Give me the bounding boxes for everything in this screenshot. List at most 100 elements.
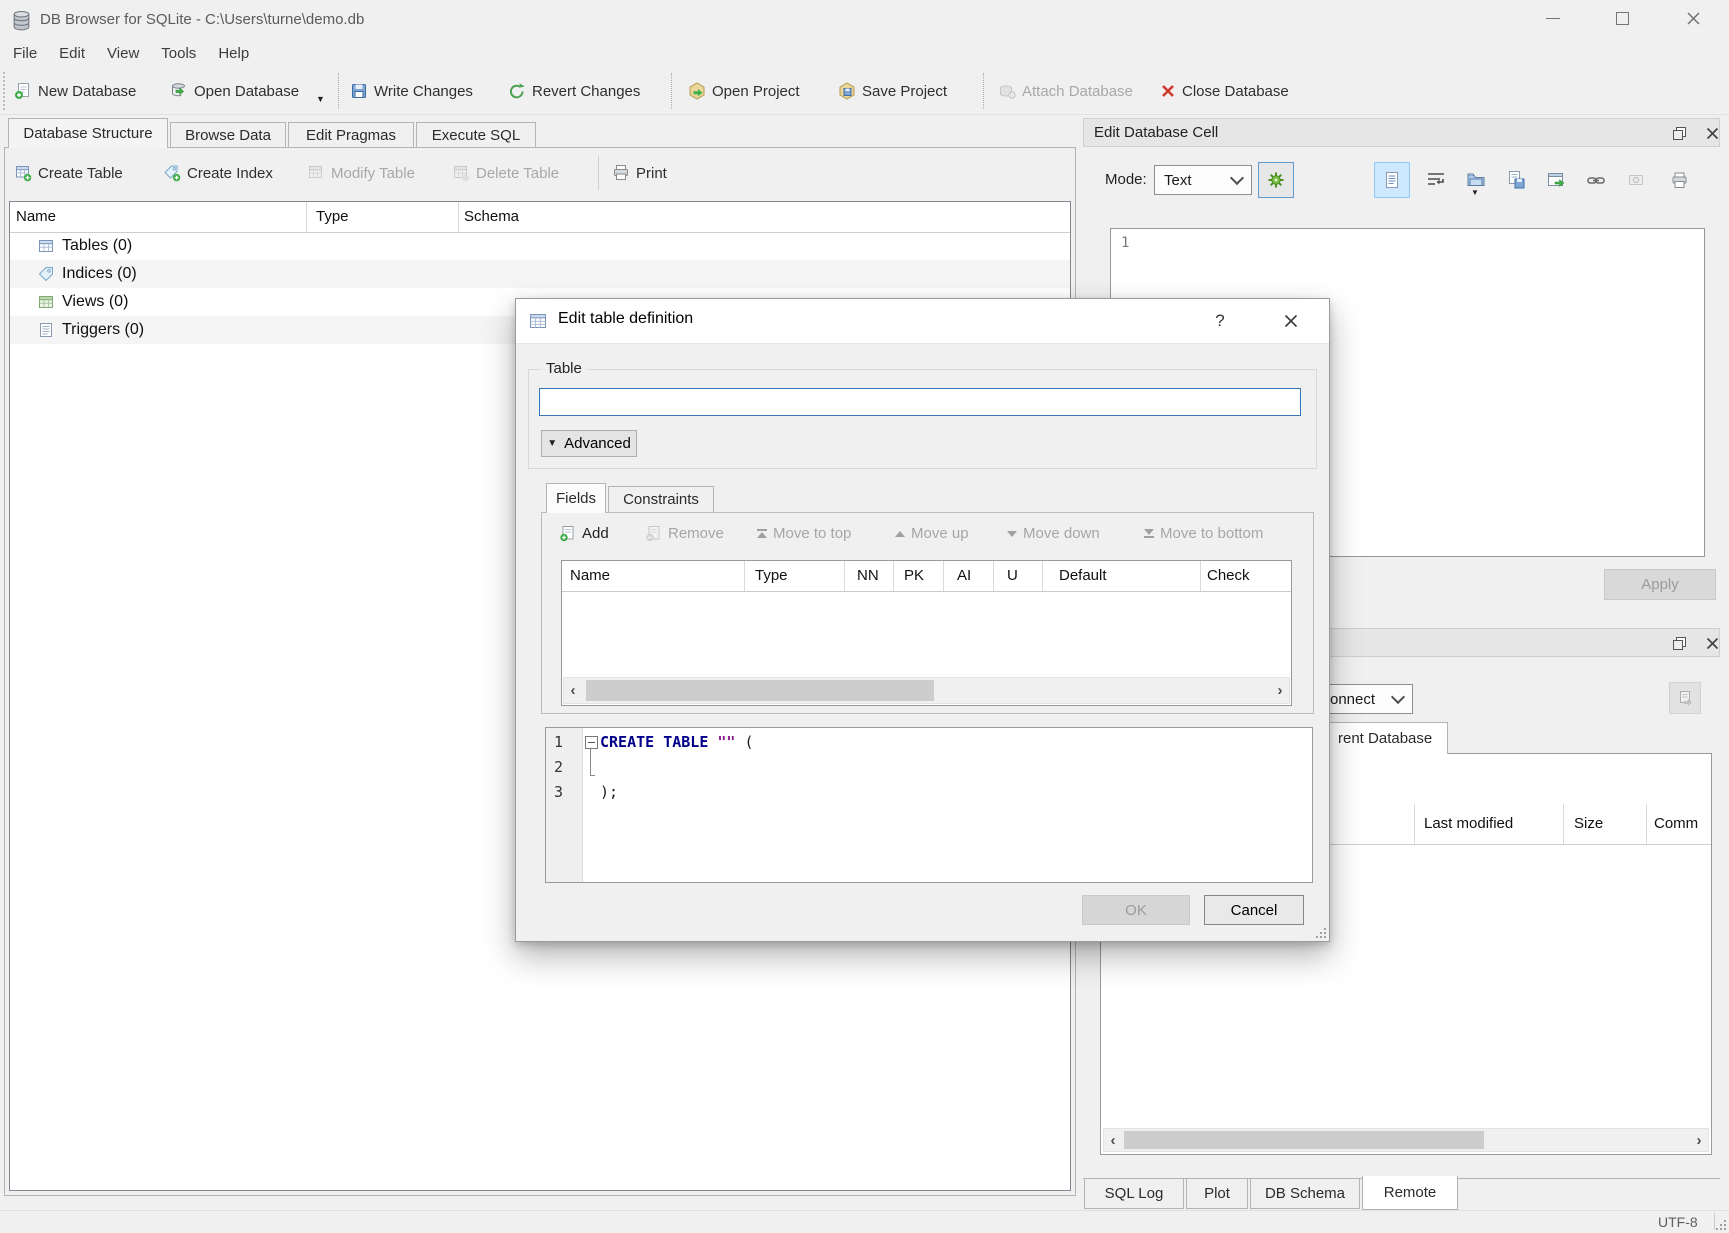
column-divider[interactable] (306, 202, 307, 232)
remote-horizontal-scrollbar[interactable]: ‹ › (1103, 1128, 1709, 1152)
column-size[interactable]: Size (1574, 804, 1603, 844)
float-panel-button[interactable] (1670, 124, 1688, 142)
tab-plot[interactable]: Plot (1186, 1179, 1248, 1209)
maximize-button[interactable] (1600, 4, 1644, 32)
text-mode-button[interactable] (1374, 162, 1410, 198)
close-panel-button[interactable] (1703, 124, 1721, 142)
tree-column-type[interactable]: Type (316, 202, 349, 232)
tab-edit-pragmas[interactable]: Edit Pragmas (288, 122, 414, 148)
minimize-button[interactable] (1531, 4, 1575, 32)
scrollbar-thumb[interactable] (586, 680, 934, 701)
column-divider[interactable] (1646, 804, 1647, 844)
table-name-input[interactable] (539, 388, 1301, 416)
column-primary-key[interactable]: PK (904, 561, 924, 591)
tree-column-name[interactable]: Name (16, 202, 56, 232)
column-divider[interactable] (1042, 561, 1043, 591)
tab-execute-sql[interactable]: Execute SQL (416, 122, 536, 148)
create-table-button[interactable]: Create Table (14, 158, 123, 188)
fields-table-header[interactable]: Name Type NN PK AI U Default Check (562, 561, 1291, 592)
tab-remote[interactable]: Remote (1362, 1176, 1458, 1210)
dialog-close-button[interactable] (1270, 307, 1312, 335)
column-divider[interactable] (458, 202, 459, 232)
encoding-indicator[interactable]: UTF-8 (1658, 1214, 1698, 1230)
fields-table[interactable]: Name Type NN PK AI U Default Check ‹ › (561, 560, 1292, 706)
float-panel-button[interactable] (1670, 634, 1688, 652)
scroll-right-icon[interactable]: › (1271, 678, 1289, 703)
open-database-button[interactable]: Open Database (170, 76, 299, 106)
column-unique[interactable]: U (1007, 561, 1018, 591)
edit-database-cell-header[interactable]: Edit Database Cell (1083, 118, 1720, 147)
minimize-icon (1546, 18, 1560, 19)
resize-grip[interactable] (1714, 1218, 1726, 1230)
column-autoincrement[interactable]: AI (957, 561, 971, 591)
export-data-button[interactable] (1498, 162, 1534, 198)
close-panel-button[interactable] (1703, 634, 1721, 652)
delete-table-label: Delete Table (476, 165, 559, 182)
tab-constraints[interactable]: Constraints (608, 486, 714, 513)
column-divider[interactable] (943, 561, 944, 591)
column-not-null[interactable]: NN (857, 561, 879, 591)
toolbar-drag-handle[interactable] (3, 72, 8, 110)
column-divider[interactable] (744, 561, 745, 591)
menu-tools[interactable]: Tools (150, 40, 207, 68)
mode-select[interactable]: Text (1154, 165, 1252, 195)
tab-browse-data[interactable]: Browse Data (170, 122, 286, 148)
tab-database-structure[interactable]: Database Structure (8, 118, 168, 148)
dialog-title-bar[interactable]: Edit table definition ? (516, 299, 1329, 344)
add-field-button[interactable]: Add (559, 525, 609, 542)
revert-changes-button[interactable]: Revert Changes (508, 76, 640, 106)
column-divider[interactable] (993, 561, 994, 591)
scroll-right-icon[interactable]: › (1690, 1129, 1708, 1151)
column-commit[interactable]: Comm (1654, 804, 1698, 844)
tree-column-schema[interactable]: Schema (464, 202, 519, 232)
tab-fields[interactable]: Fields (546, 483, 606, 513)
column-divider[interactable] (1414, 804, 1415, 844)
open-in-external-button[interactable] (1538, 162, 1574, 198)
column-divider[interactable] (844, 561, 845, 591)
write-changes-button[interactable]: Write Changes (350, 76, 473, 106)
dialog-help-button[interactable]: ? (1202, 307, 1238, 335)
advanced-toggle-button[interactable]: ▼ Advanced (541, 430, 637, 457)
menu-file[interactable]: File (2, 40, 48, 68)
import-dropdown-icon[interactable]: ▼ (1471, 188, 1479, 197)
menu-edit[interactable]: Edit (48, 40, 96, 68)
column-divider[interactable] (1200, 561, 1201, 591)
auto-switch-mode-button[interactable] (1258, 162, 1294, 198)
new-database-button[interactable]: New Database (14, 76, 136, 106)
cancel-button[interactable]: Cancel (1204, 895, 1304, 925)
scrollbar-thumb[interactable] (1124, 1131, 1484, 1149)
copy-link-button[interactable] (1578, 162, 1614, 198)
tab-db-schema[interactable]: DB Schema (1250, 1179, 1360, 1209)
column-field-type[interactable]: Type (755, 561, 788, 591)
tab-sql-log[interactable]: SQL Log (1084, 1179, 1184, 1209)
chevron-down-icon (1391, 690, 1405, 704)
print-button[interactable]: Print (612, 158, 667, 188)
import-data-button[interactable]: ▼ (1458, 162, 1494, 198)
create-index-button[interactable]: Create Index (163, 158, 273, 188)
close-database-button[interactable]: Close Database (1160, 76, 1289, 106)
tree-item-tables[interactable]: Tables (0) (10, 232, 1070, 260)
code-fold-icon[interactable] (585, 736, 598, 749)
print-cell-button[interactable] (1661, 162, 1697, 198)
sql-preview[interactable]: 1 2 3 CREATE TABLE "" ( ); (545, 727, 1313, 883)
close-window-button[interactable] (1671, 4, 1715, 32)
new-database-icon (14, 82, 32, 100)
column-divider[interactable] (1563, 804, 1564, 844)
column-default[interactable]: Default (1059, 561, 1107, 591)
scroll-left-icon[interactable]: ‹ (564, 678, 582, 703)
open-database-dropdown-icon[interactable]: ▼ (316, 95, 325, 104)
scroll-left-icon[interactable]: ‹ (1104, 1129, 1122, 1151)
save-project-button[interactable]: Save Project (838, 76, 947, 106)
tree-item-indices[interactable]: Indices (0) (10, 260, 1070, 288)
word-wrap-button[interactable] (1418, 162, 1454, 198)
menu-view[interactable]: View (96, 40, 150, 68)
column-field-name[interactable]: Name (570, 561, 610, 591)
column-divider[interactable] (893, 561, 894, 591)
column-check[interactable]: Check (1207, 561, 1250, 591)
schema-tree-header[interactable]: Name Type Schema (10, 202, 1070, 233)
open-project-button[interactable]: Open Project (688, 76, 800, 106)
dialog-resize-grip[interactable] (1314, 926, 1326, 938)
fields-horizontal-scrollbar[interactable]: ‹ › (563, 677, 1290, 704)
menu-help[interactable]: Help (207, 40, 260, 68)
column-last-modified[interactable]: Last modified (1424, 804, 1513, 844)
